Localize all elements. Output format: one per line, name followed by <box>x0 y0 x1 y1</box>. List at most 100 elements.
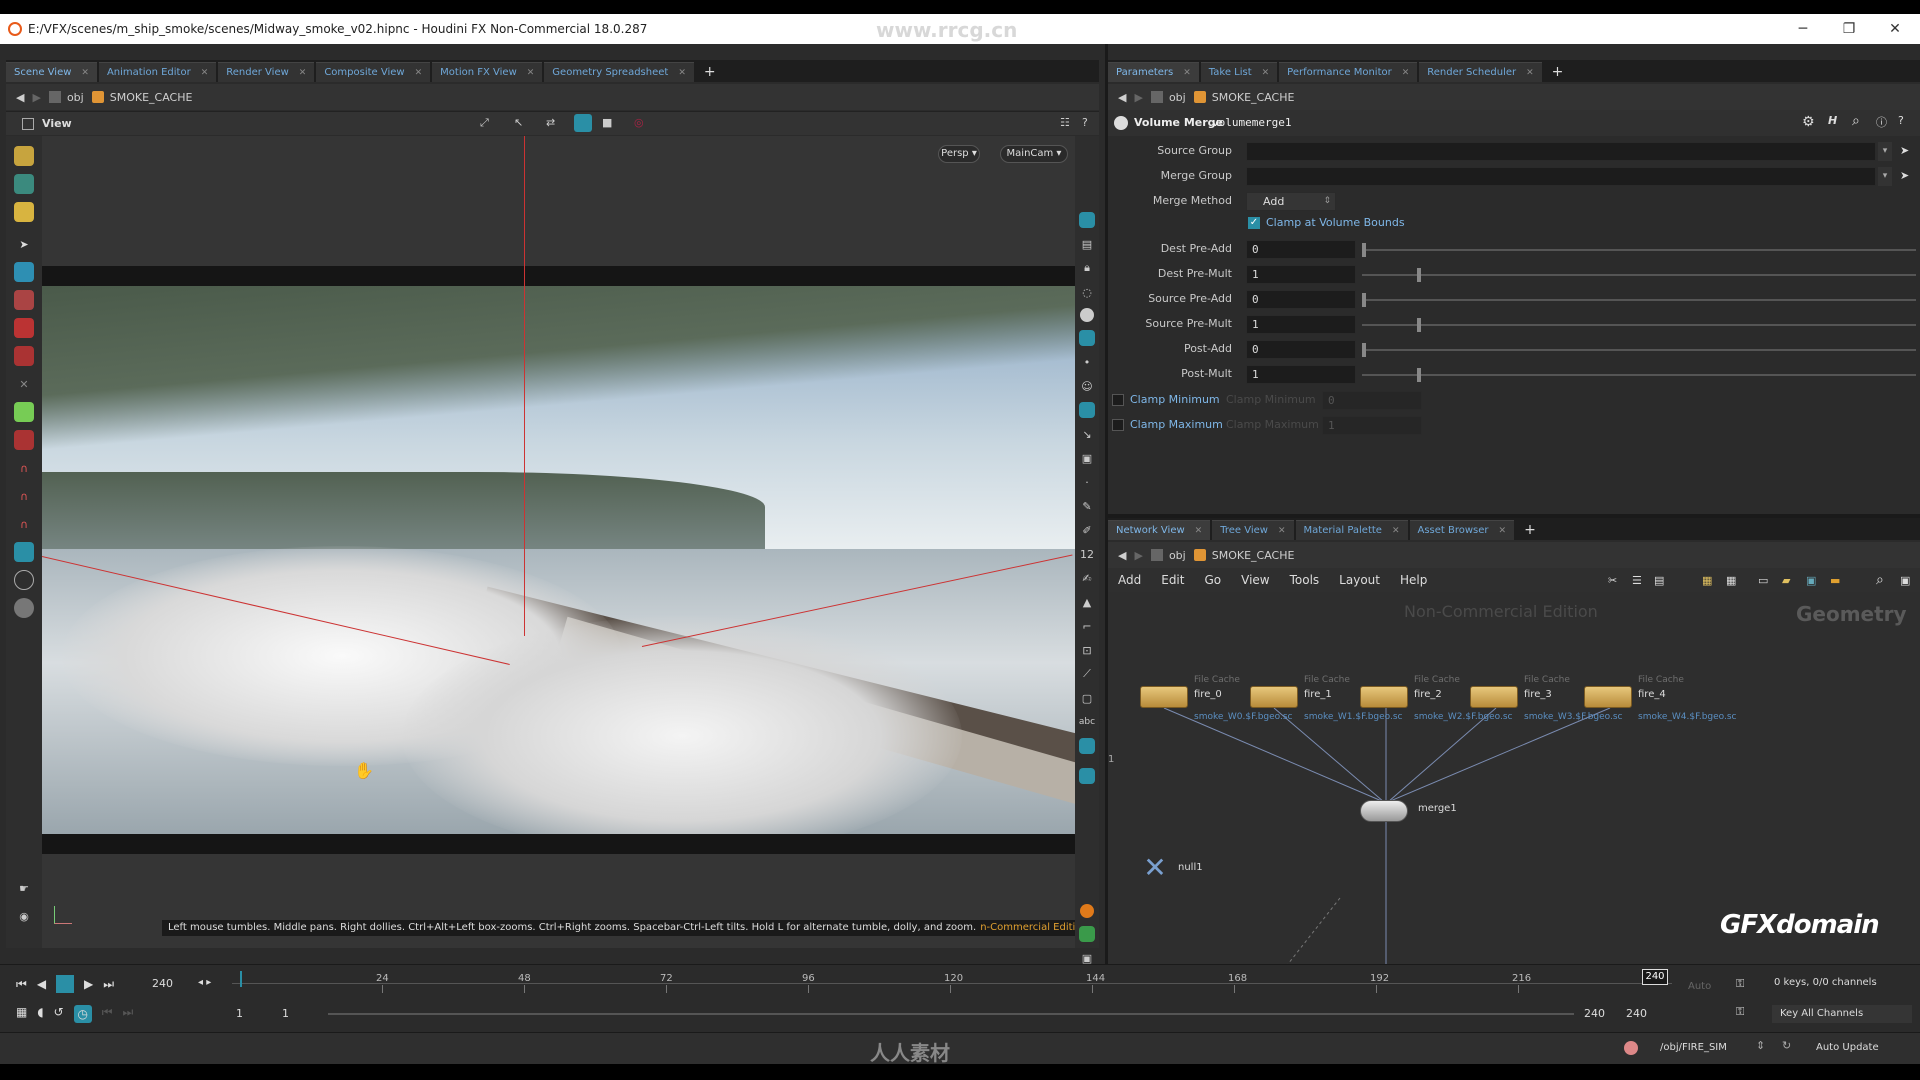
param-back-icon[interactable]: ◀ <box>1118 91 1126 104</box>
jump-start-icon[interactable]: ⏮ <box>16 977 27 995</box>
corner-icon[interactable]: ⌐ <box>1079 618 1095 634</box>
merge-group-select-icon[interactable]: ➤ <box>1900 169 1909 182</box>
auto-update-select[interactable]: Auto Update <box>1816 1042 1879 1053</box>
play-icon[interactable]: ▶ <box>84 977 93 995</box>
box-icon[interactable]: ▢ <box>1079 690 1095 706</box>
sticky-icon[interactable]: ▰ <box>1782 574 1790 587</box>
viewport[interactable]: Persp ▾ MainCam ▾ ✋ Left mouse tumbles. … <box>42 136 1075 948</box>
slider-value-field[interactable]: 0 <box>1246 340 1356 359</box>
text-abc-icon[interactable]: abc <box>1079 714 1095 730</box>
back-arrow-icon[interactable]: ◀ <box>16 91 24 104</box>
node-fire-2[interactable]: File Cache fire_2 smoke_W2.$F.bgeo.sc <box>1360 675 1513 722</box>
point-icon[interactable]: • <box>1079 354 1095 370</box>
close-button[interactable]: ✕ <box>1872 14 1918 44</box>
forward-arrow-icon[interactable]: ▶ <box>32 91 40 104</box>
maximize-button[interactable]: ❐ <box>1826 14 1872 44</box>
tab-composite-view[interactable]: Composite View ✕ <box>316 62 431 82</box>
camera-icon[interactable]: ▣ <box>1079 450 1095 466</box>
param-path-root[interactable]: obj <box>1150 91 1186 104</box>
source-group-select-icon[interactable]: ➤ <box>1900 144 1909 157</box>
menu-add[interactable]: Add <box>1108 573 1151 587</box>
gear-icon[interactable]: ⚙ <box>1802 114 1815 130</box>
number-icon[interactable]: 12 <box>1079 546 1095 562</box>
menu-view[interactable]: View <box>1231 573 1279 587</box>
info-icon[interactable]: ⓘ <box>1876 114 1887 130</box>
range-start-field[interactable]: 1 <box>236 1005 272 1023</box>
magnet3-icon[interactable]: ∩ <box>14 514 34 534</box>
slider-track[interactable] <box>1362 299 1916 301</box>
net-options-icon[interactable]: ▣ <box>1900 574 1910 587</box>
tab-parameters[interactable]: Parameters ✕ <box>1108 62 1199 82</box>
slider-value-field[interactable]: 1 <box>1246 315 1356 334</box>
realtime-icon[interactable]: ▦ <box>16 1005 27 1023</box>
brush-icon[interactable] <box>14 346 34 366</box>
path-root[interactable]: obj <box>48 91 84 104</box>
audio-icon[interactable]: ◖ <box>37 1005 43 1023</box>
shade-ball-icon[interactable] <box>1080 308 1094 322</box>
end-frame-marker[interactable]: 240 <box>1642 969 1668 985</box>
handle-icon[interactable] <box>14 290 34 310</box>
param-path-node[interactable]: SMOKE_CACHE <box>1193 91 1294 104</box>
question-icon[interactable]: ? <box>1898 114 1904 127</box>
tab-animation-editor[interactable]: Animation Editor ✕ <box>98 62 217 82</box>
step-frame-icons[interactable]: ◂ ▸ <box>198 977 211 988</box>
slider-track[interactable] <box>1362 274 1916 276</box>
clamp-max-checkbox[interactable] <box>1112 419 1124 431</box>
next-key-icon[interactable]: ⏭ <box>123 1005 134 1023</box>
pen-icon[interactable]: ✎ <box>1079 498 1095 514</box>
tab-asset-browser[interactable]: Asset Browser ✕ <box>1409 520 1515 540</box>
terrain-icon[interactable] <box>14 402 34 422</box>
grid-snap-icon[interactable] <box>14 430 34 450</box>
tab-material-palette[interactable]: Material Palette ✕ <box>1295 520 1408 540</box>
lightbulb-icon[interactable]: ◌ <box>1079 284 1095 300</box>
param-forward-icon[interactable]: ▶ <box>1134 91 1142 104</box>
persp-button[interactable]: Persp ▾ <box>938 145 980 163</box>
play-reverse-icon[interactable]: ◀ <box>37 977 46 995</box>
merge-method-select[interactable]: Add ⇕ <box>1246 192 1336 211</box>
node-fire-4[interactable]: File Cache fire_4 smoke_W4.$F.bgeo.sc <box>1584 675 1737 722</box>
quad-view-icon[interactable] <box>1079 926 1095 942</box>
tab-tree-view[interactable]: Tree View ✕ <box>1212 520 1294 540</box>
bounds-icon[interactable]: ⊡ <box>1079 642 1095 658</box>
vector-icon[interactable]: ↘ <box>1079 426 1095 442</box>
merge-group-field[interactable] <box>1246 167 1876 186</box>
tab-network-view[interactable]: Network View ✕ <box>1108 520 1211 540</box>
help-icon[interactable]: ? <box>1082 116 1088 129</box>
search-icon[interactable]: ⌕ <box>1852 113 1860 129</box>
source-group-dropdown-icon[interactable]: ▾ <box>1878 142 1892 161</box>
tab-render-view[interactable]: Render View ✕ <box>218 62 315 82</box>
slider-knob[interactable] <box>1417 318 1422 332</box>
display-mode-icon[interactable]: ■ <box>602 116 612 129</box>
sphere-icon[interactable] <box>14 570 34 590</box>
magnet2-icon[interactable]: ∩ <box>14 486 34 506</box>
image-icon[interactable]: ▣ <box>1806 574 1816 587</box>
range-end2-field[interactable]: 240 <box>1626 1005 1662 1023</box>
help-book-icon[interactable]: H <box>1828 114 1837 127</box>
magnet-icon[interactable]: ∩ <box>14 458 34 478</box>
measure-icon[interactable]: ⟋ <box>1079 666 1095 682</box>
lock-icon[interactable] <box>14 262 34 282</box>
pose-tool-icon[interactable]: ↖ <box>514 116 523 129</box>
merge-group-dropdown-icon[interactable]: ▾ <box>1878 167 1892 186</box>
net-search-icon[interactable]: ⌕ <box>1876 572 1884 588</box>
camera-view-icon[interactable]: ◉ <box>14 906 34 926</box>
clamp-bounds-checkbox[interactable]: ✓ <box>1248 217 1260 229</box>
tab-motion-fx-view[interactable]: Motion FX View ✕ <box>432 62 543 82</box>
pose-icon[interactable] <box>14 318 34 338</box>
geo-create-icon[interactable] <box>14 146 34 166</box>
add-tab-button[interactable]: + <box>696 62 724 82</box>
tab-performance-monitor[interactable]: Performance Monitor ✕ <box>1279 62 1418 82</box>
record-status-icon[interactable] <box>1624 1041 1638 1055</box>
stamp-icon[interactable]: ▲ <box>1079 594 1095 610</box>
note-icon[interactable]: ▭ <box>1758 574 1768 587</box>
person-icon[interactable]: ☺ <box>1079 378 1095 394</box>
range-end-field[interactable]: 240 <box>1584 1005 1620 1023</box>
node-fire-1[interactable]: File Cache fire_1 smoke_W1.$F.bgeo.sc <box>1250 675 1403 722</box>
slider-track[interactable] <box>1362 349 1916 351</box>
node-fire-0[interactable]: File Cache fire_0 smoke_W0.$F.bgeo.sc <box>1140 675 1293 722</box>
range-slider-track[interactable] <box>328 1013 1574 1015</box>
node-name-field[interactable]: volumemerge1 <box>1212 114 1772 132</box>
menu-help[interactable]: Help <box>1390 573 1437 587</box>
node-merge1[interactable]: merge1 <box>1360 800 1457 822</box>
snap-active-icon[interactable] <box>574 114 592 132</box>
